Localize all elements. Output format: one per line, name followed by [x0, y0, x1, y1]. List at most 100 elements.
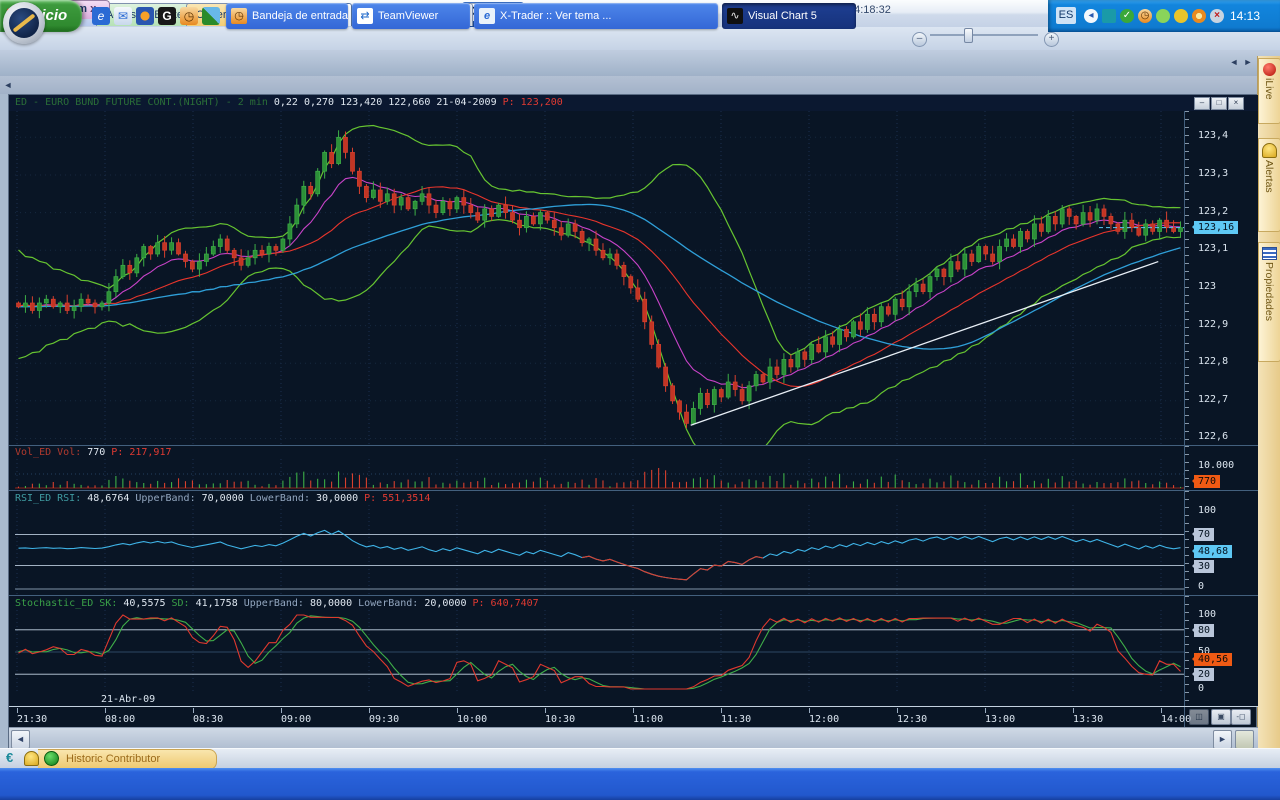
task-bandeja[interactable]: ◷ Bandeja de entrada -...	[226, 3, 348, 29]
pane-minimize-icon[interactable]: –	[1194, 97, 1210, 110]
stoch-value-badge: 40,56	[1194, 653, 1232, 666]
taskbar	[0, 768, 1280, 800]
stoch-label: Stochastic_ED SK:	[15, 598, 117, 609]
task-visual-chart[interactable]: ∿ Visual Chart 5	[722, 3, 856, 29]
sidebar-tab-ilive[interactable]: iLive	[1258, 58, 1280, 124]
stoch-scale-top: 100	[1198, 609, 1216, 620]
euro-feed-icon[interactable]: €	[6, 751, 20, 765]
volume-scale-top: 10.000	[1198, 460, 1234, 471]
rsi-label: RSI_ED RSI:	[15, 493, 81, 504]
tabs-scroll-right-icon[interactable]: ►	[1242, 55, 1254, 69]
chart-window: ED - EURO BUND FUTURE CONT.(NIGHT) - 2 m…	[8, 94, 1257, 748]
chart-header-readout: ED - EURO BUND FUTURE CONT.(NIGHT) - 2 m…	[15, 97, 563, 108]
price-axis[interactable]: 123,4 123,3 123,2 123,16 123,1 123 122,9…	[1185, 111, 1258, 446]
stoch-axis[interactable]: 100 80 50 40,56 20 0	[1185, 596, 1258, 706]
volume-axis[interactable]: 10.000 770	[1185, 446, 1258, 490]
price-pane-window-buttons: –□×	[1194, 97, 1244, 110]
connection-status: Historic Contributor	[38, 749, 217, 770]
sidebar-tab-propiedades[interactable]: Propiedades	[1258, 242, 1280, 362]
time-tick: 14:00	[1161, 714, 1191, 725]
rsi-lower-badge: 30	[1194, 560, 1214, 573]
tray-time: 14:13	[1230, 9, 1260, 23]
pane-maximize-icon[interactable]: □	[1211, 97, 1227, 110]
doc-scroll-left-icon[interactable]: ◄	[2, 78, 14, 92]
full-view-button[interactable]	[1235, 730, 1254, 749]
price-tick: 122,7	[1198, 394, 1228, 405]
zoom-slider[interactable]: – +	[912, 27, 1062, 50]
mediaplayer-quicklaunch-icon[interactable]	[136, 7, 154, 25]
tray-collapse-icon[interactable]: ◂	[1084, 9, 1098, 23]
tray-folder-icon[interactable]	[1174, 9, 1188, 23]
tray-globe-icon[interactable]	[1192, 9, 1206, 23]
task-teamviewer[interactable]: ⇄ TeamViewer	[352, 3, 470, 29]
pane-close-icon[interactable]: ×	[1228, 97, 1244, 110]
price-tick: 122,9	[1198, 319, 1228, 330]
rsi-upper-badge: 70	[1194, 528, 1214, 541]
messenger-quicklaunch-icon[interactable]: ✉	[114, 7, 132, 25]
price-tick: 123,2	[1198, 206, 1228, 217]
chart-tool-button[interactable]: ◫	[1189, 709, 1209, 725]
g-app-quicklaunch-icon[interactable]: G	[158, 7, 176, 25]
time-tick: 13:00	[985, 714, 1015, 725]
connection-sphere-icon[interactable]	[44, 751, 58, 765]
pin-chart-icon[interactable]: -◻	[1231, 709, 1251, 725]
scroll-left-icon[interactable]: ◄	[11, 730, 30, 749]
volume-chart-canvas[interactable]	[15, 459, 1184, 489]
alert-bell-icon[interactable]	[24, 751, 38, 765]
tray-user-icon[interactable]	[1156, 9, 1170, 23]
scroll-right-icon[interactable]: ►	[1213, 730, 1232, 749]
time-tick: 08:30	[193, 714, 223, 725]
tray-clock-icon[interactable]: ◷	[1138, 9, 1152, 23]
tray-volume-muted-icon[interactable]: ×	[1210, 9, 1224, 23]
stoch-scale-bottom: 0	[1198, 683, 1204, 694]
price-tick: 123	[1198, 281, 1216, 292]
stoch-upper-badge: 80	[1194, 624, 1214, 637]
stoch-lower-badge: 20	[1194, 668, 1214, 681]
volume-label: Vol_ED Vol:	[15, 447, 81, 458]
rsi-scale-bottom: 0	[1198, 581, 1204, 592]
inbox-task-icon: ◷	[231, 8, 247, 24]
volume-badge: 770	[1194, 475, 1220, 488]
rsi-scale-top: 100	[1198, 505, 1216, 516]
chart-title: ED - EURO BUND FUTURE CONT.(NIGHT) - 2 m…	[15, 97, 268, 108]
language-indicator[interactable]: ES	[1056, 7, 1076, 24]
desktop-quicklaunch-icon[interactable]	[202, 7, 220, 25]
price-chart-canvas[interactable]	[15, 111, 1184, 446]
time-tick: 13:30	[1073, 714, 1103, 725]
price-tick: 122,6	[1198, 431, 1228, 442]
bell-icon	[1262, 143, 1277, 158]
ie-quicklaunch-icon[interactable]: e	[92, 7, 110, 25]
rsi-value-badge: 48,68	[1194, 545, 1232, 558]
clock-app-quicklaunch-icon[interactable]: ◷	[180, 7, 198, 25]
zoom-out-icon[interactable]: –	[912, 32, 927, 47]
volume-readout: Vol_ED Vol: 770 P: 217,917	[15, 447, 172, 458]
zoom-slider-thumb[interactable]	[964, 28, 973, 43]
ilive-sphere-icon	[1263, 63, 1276, 76]
time-tick: 08:00	[105, 714, 135, 725]
rsi-axis[interactable]: 100 70 48,68 30 0	[1185, 491, 1258, 595]
stoch-chart-canvas[interactable]	[15, 610, 1184, 692]
time-tick: 09:30	[369, 714, 399, 725]
save-chart-icon[interactable]: ▣	[1211, 709, 1231, 725]
time-tick: 12:00	[809, 714, 839, 725]
sidebar-tab-alertas[interactable]: Alertas	[1258, 138, 1280, 232]
zoom-in-icon[interactable]: +	[1044, 32, 1059, 47]
time-tick: 10:00	[457, 714, 487, 725]
task-xtrader[interactable]: e X-Trader :: Ver tema ...	[474, 3, 718, 29]
tray-update-check-icon[interactable]: ✓	[1120, 9, 1134, 23]
time-tick: 21:30	[17, 714, 47, 725]
time-tick: 12:30	[897, 714, 927, 725]
chart-hscrollbar[interactable]: ◄ ►	[9, 727, 1258, 750]
time-tick: 11:30	[721, 714, 751, 725]
tabs-scroll-left-icon[interactable]: ◄	[1228, 55, 1240, 69]
price-tick: 122,8	[1198, 356, 1228, 367]
time-tick: 10:30	[545, 714, 575, 725]
price-tick: 123,3	[1198, 168, 1228, 179]
rsi-chart-canvas[interactable]	[15, 505, 1184, 595]
app-logo-icon[interactable]	[3, 2, 45, 44]
time-tick: 09:00	[281, 714, 311, 725]
date-label: 21-Abr-09	[101, 694, 155, 705]
price-tick: 123,1	[1198, 243, 1228, 254]
rsi-readout: RSI_ED RSI: 48,6764 UpperBand: 70,0000 L…	[15, 493, 430, 504]
tray-monitor-icon[interactable]	[1102, 9, 1116, 23]
